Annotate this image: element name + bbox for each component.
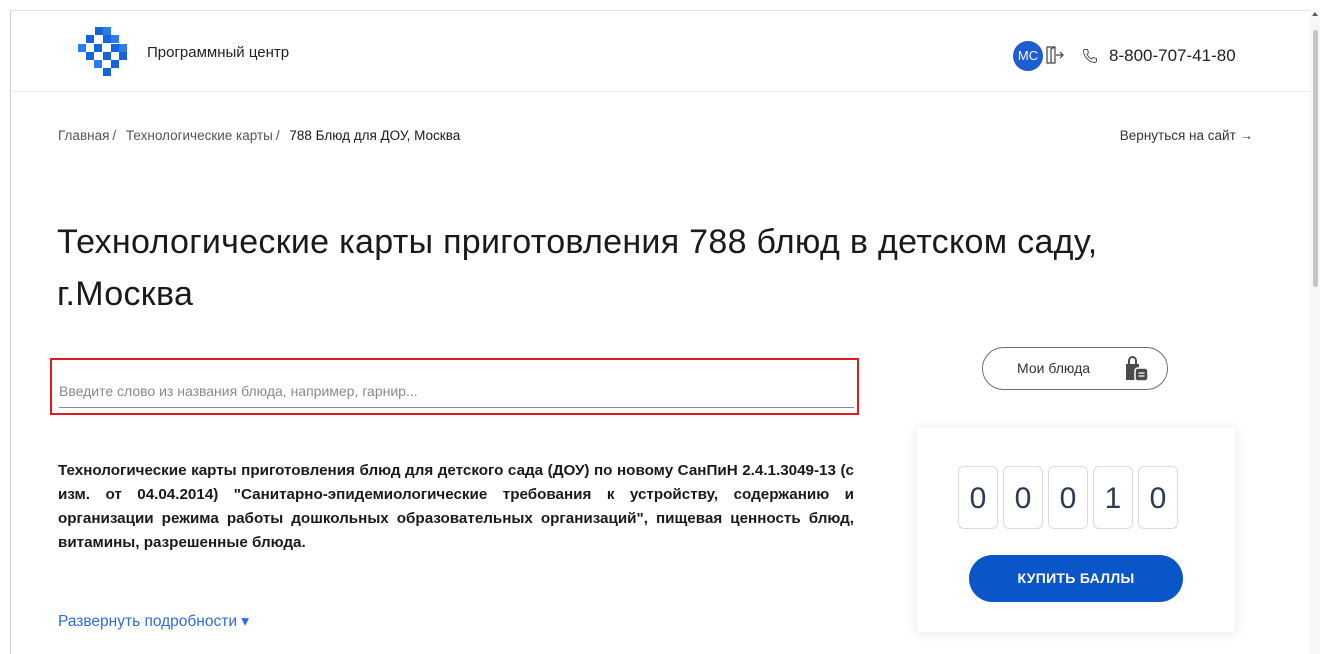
points-digit: 0 <box>958 466 998 529</box>
scroll-up-arrow-icon[interactable] <box>1312 12 1318 16</box>
points-digit: 0 <box>1003 466 1043 529</box>
my-dishes-label: Мои блюда <box>1017 360 1091 376</box>
phone-number[interactable]: 8-800-707-41-80 <box>1109 46 1236 66</box>
points-counter: 0 0 0 1 0 <box>958 466 1178 529</box>
expand-details-link[interactable]: Развернуть подробности ▾ <box>58 612 249 631</box>
back-to-site-link[interactable]: Вернуться на сайт → <box>1120 128 1253 143</box>
breadcrumb: Главная / Технологические карты/ 788 Блюд… <box>58 128 460 143</box>
window-frame-left <box>10 10 11 654</box>
search-input[interactable] <box>59 374 854 408</box>
points-digit: 0 <box>1048 466 1088 529</box>
user-avatar[interactable]: МС <box>1013 41 1043 71</box>
logout-icon[interactable] <box>1044 45 1064 65</box>
my-dishes-button[interactable]: Мои блюда <box>982 347 1168 390</box>
breadcrumb-item-home[interactable]: Главная <box>58 128 109 143</box>
site-header: Программный центр МС 8-800-707-41-80 <box>11 11 1310 92</box>
shopping-bag-icon <box>1126 355 1149 382</box>
description-text: Технологические карты приготовления блюд… <box>58 462 854 551</box>
search-highlight-box <box>50 358 859 415</box>
points-digit: 1 <box>1093 466 1133 529</box>
points-card: 0 0 0 1 0 КУПИТЬ БАЛЛЫ <box>917 428 1235 632</box>
buy-points-button[interactable]: КУПИТЬ БАЛЛЫ <box>969 555 1183 602</box>
phone-icon <box>1082 49 1097 64</box>
breadcrumb-item-current: 788 Блюд для ДОУ, Москва <box>289 128 461 143</box>
breadcrumb-separator: / <box>275 128 280 143</box>
logo-icon[interactable] <box>77 26 129 78</box>
page-title: Технологические карты приготовления 788 … <box>57 223 1098 313</box>
logo-text[interactable]: Программный центр <box>147 44 289 61</box>
breadcrumb-item-tech-cards[interactable]: Технологические карты <box>126 128 273 143</box>
points-digit: 0 <box>1138 466 1178 529</box>
breadcrumb-separator: / <box>112 128 117 143</box>
scrollbar-thumb[interactable] <box>1313 30 1318 287</box>
